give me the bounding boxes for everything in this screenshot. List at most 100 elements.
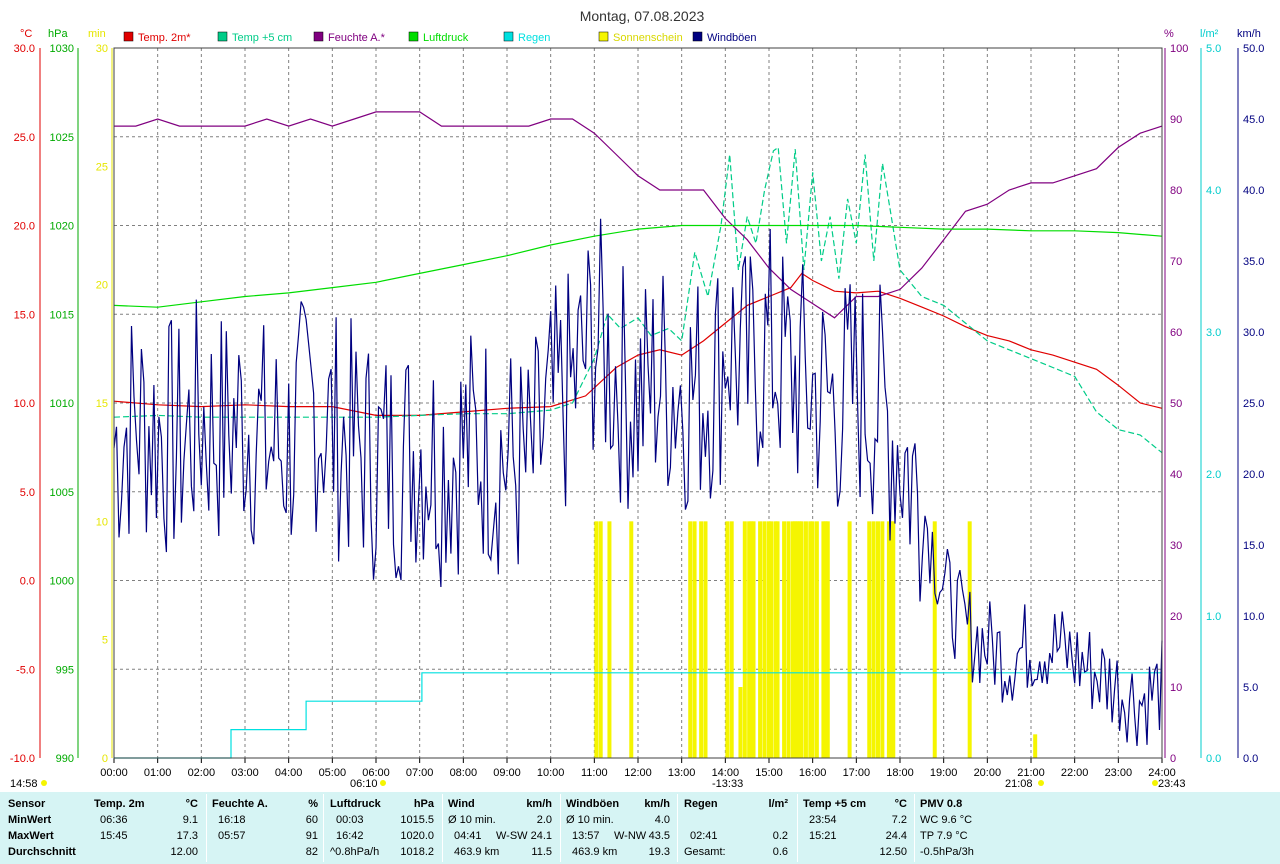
stats-temp5cm-max-val: 24.4 [885, 830, 907, 842]
tick-kmh: 30.0 [1243, 327, 1264, 339]
stats-temp2m-min-val: 9.1 [182, 814, 198, 826]
sunshine-bar [1033, 734, 1038, 758]
stats-col-wind: Wind km/h Ø 10 min. 2.0 04:41 W-SW 24.1 463.… [448, 792, 554, 864]
tick-time: 07:00 [406, 767, 434, 779]
stats-temp5cm-min-val: 7.2 [891, 814, 907, 826]
sunshine-bar [729, 521, 734, 758]
tick-celsius: 25.0 [14, 132, 35, 144]
tick-min: 30 [96, 43, 108, 55]
stats-feuchte-min-time: 16:18 [218, 814, 246, 826]
tick-hpa: 995 [56, 664, 74, 676]
tick-time: 20:00 [974, 767, 1002, 779]
weather-chart: Montag, 07.08.2023 °C hPa min % l/m² km/… [10, 8, 1265, 790]
tick-kmh: 10.0 [1243, 611, 1264, 623]
tick-kmh: 0.0 [1243, 753, 1258, 765]
tick-time: 19:00 [930, 767, 958, 779]
tick-time: 22:00 [1061, 767, 1089, 779]
stats-wind-avg-label: Ø 10 min. [448, 814, 496, 826]
stats-luftdruck-max-val: 1020.0 [400, 830, 434, 842]
sun-icon [1152, 780, 1158, 786]
stats-divider [560, 794, 561, 862]
sunshine-bar [847, 521, 852, 758]
unit-kmh: km/h [1237, 28, 1261, 40]
sunshine-bar [891, 521, 896, 758]
time-markers: 14:58 06:10 -13:33 21:08 23:43 [10, 778, 1186, 790]
stats-col-sensor: Sensor MinWert MaxWert Durchschnitt [8, 792, 90, 864]
stats-divider [323, 794, 324, 862]
stats-windboeen-max-time: 13:57 [572, 830, 600, 842]
tick-lm2: 1.0 [1206, 611, 1221, 623]
legend-label-temp5cm: Temp +5 cm [232, 32, 292, 44]
stats-divider [914, 794, 915, 862]
unit-celsius: °C [20, 28, 32, 40]
sunshine-bar [782, 521, 787, 758]
tick-time: 11:00 [581, 767, 608, 779]
stats-temp2m-title: Temp. 2m [94, 798, 145, 810]
stats-windboeen-max-dir: W-NW [614, 830, 647, 842]
legend-swatch-sonne [598, 31, 609, 42]
stats-col-regen: Regen l/m² 02:41 0.2 Gesamt: 0.6 [684, 792, 790, 864]
stats-pmv-pressure-trend: -0.5hPa/3h [920, 846, 974, 858]
stats-maxwert-label: MaxWert [8, 830, 54, 842]
tick-time: 13:00 [668, 767, 696, 779]
sunshine-bar [629, 521, 634, 758]
legend-swatch-regen [503, 31, 514, 42]
tick-celsius: 30.0 [14, 43, 35, 55]
stats-luftdruck-max-time: 16:42 [336, 830, 364, 842]
sunshine-bar [769, 521, 773, 758]
stats-col-temp2m: Temp. 2m °C 06:36 9.1 15:45 17.3 12.00 [94, 792, 202, 864]
legend-swatch-wind [692, 31, 703, 42]
stats-feuchte-title: Feuchte A. [212, 798, 268, 810]
stats-luftdruck-min-val: 1015.5 [400, 814, 434, 826]
sunshine-bar [825, 521, 830, 758]
tick-celsius: -5.0 [16, 664, 35, 676]
sunshine-bar [799, 521, 804, 758]
stats-feuchte-avg-val: 82 [305, 846, 318, 858]
stats-temp2m-max-val: 17.3 [176, 830, 198, 842]
sunshine-bar [688, 521, 693, 758]
tick-hpa: 1010 [50, 398, 74, 410]
stats-col-pmv: PMV 0.8 WC 9.6 °C TP 7.9 °C -0.5hPa/3h [920, 792, 1040, 864]
tick-hpa: 990 [56, 753, 74, 765]
stats-regen-max-time: 02:41 [690, 830, 718, 842]
tick-min: 20 [96, 280, 108, 292]
tick-kmh: 15.0 [1243, 540, 1264, 552]
sunshine-bar [742, 521, 747, 758]
sunshine-bar [598, 521, 603, 758]
stats-temp5cm-unit: °C [894, 798, 907, 810]
tick-kmh: 40.0 [1243, 185, 1264, 197]
tick-percent: 80 [1170, 185, 1182, 197]
stats-windboeen-title: Windböen [566, 798, 620, 810]
stats-temp2m-avg-val: 12.00 [170, 846, 198, 858]
tick-hpa: 1025 [50, 132, 74, 144]
tick-min: 25 [96, 161, 108, 173]
tick-time: 05:00 [319, 767, 347, 779]
legend-swatch-feuchte [313, 31, 324, 42]
tick-hpa: 1030 [50, 43, 74, 55]
stats-wind-distance: 463.9 km [454, 846, 500, 858]
tick-time: 08:00 [450, 767, 478, 779]
sunshine-bar [871, 521, 876, 758]
legend-label-wind: Windböen [707, 32, 757, 44]
stats-regen-unit: l/m² [768, 798, 788, 810]
stats-temp5cm-max-time: 15:21 [809, 830, 837, 842]
stats-windboeen-max-val: 43.5 [648, 830, 670, 842]
marker-sunrise: 06:10 [350, 778, 378, 790]
tick-time: 09:00 [493, 767, 521, 779]
tick-celsius: 0.0 [20, 576, 35, 588]
tick-time: 16:00 [799, 767, 827, 779]
tick-time: 17:00 [843, 767, 871, 779]
tick-kmh: 20.0 [1243, 469, 1264, 481]
stats-luftdruck-title: Luftdruck [330, 798, 381, 810]
stats-luftdruck-unit: hPa [413, 798, 434, 810]
marker-sunset: 21:08 [1005, 778, 1033, 790]
tick-lm2: 4.0 [1206, 185, 1221, 197]
tick-lm2: 2.0 [1206, 469, 1221, 481]
stats-windboeen-distance: 463.9 km [572, 846, 618, 858]
tick-lm2: 3.0 [1206, 327, 1221, 339]
legend-label-luftdruck: Luftdruck [423, 32, 469, 44]
stats-minwert-label: MinWert [8, 814, 52, 826]
sunshine-bar [594, 521, 599, 758]
stats-pmv-title: PMV 0.8 [920, 798, 963, 810]
tick-time: 02:00 [188, 767, 216, 779]
